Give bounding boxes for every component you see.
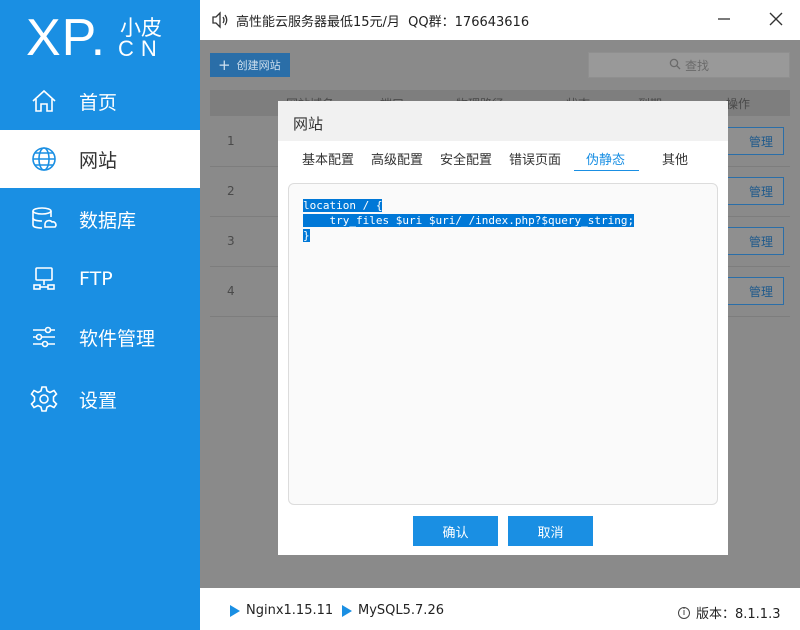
tab-rewrite[interactable]: 伪静态 [586, 149, 625, 168]
database-icon [28, 203, 60, 235]
gear-icon [28, 383, 60, 415]
sidebar: XP. 小皮 CN 首页 网站 数据库 FTP 软件管理 设置 [0, 0, 200, 630]
app-logo: XP. 小皮 CN [26, 6, 196, 67]
mysql-label: MySQL5.7.26 [358, 603, 444, 618]
version-label: 版本：8.1.1.3 [696, 607, 781, 622]
tab-error-pages[interactable]: 错误页面 [509, 149, 561, 168]
nginx-label: Nginx1.15.11 [246, 603, 334, 618]
code-content: location / { try_files $uri $uri/ /index… [303, 198, 635, 243]
row-number: 4 [227, 284, 235, 298]
code-line: try_files $uri $uri/ /index.php?$query_s… [303, 214, 635, 227]
sidebar-item-database[interactable]: 数据库 [0, 190, 200, 248]
sidebar-item-label: 软件管理 [79, 327, 156, 350]
speaker-icon [210, 10, 230, 30]
create-website-button[interactable]: + 创建网站 [210, 53, 290, 77]
code-line: location / { [303, 199, 383, 212]
mysql-status[interactable]: MySQL5.7.26 [342, 603, 444, 618]
sidebar-item-label: 网站 [79, 149, 118, 172]
tab-other[interactable]: 其他 [662, 149, 688, 168]
sidebar-item-label: 首页 [79, 91, 118, 114]
sidebar-item-label: 设置 [79, 389, 118, 412]
logo-sub-text: CN [118, 36, 164, 61]
info-icon: i [678, 606, 690, 619]
notice-text: 高性能云服务器最低15元/月 QQ群：176643616 [236, 15, 530, 30]
status-bar: Nginx1.15.11 MySQL5.7.26 i 版本：8.1.1.3 [200, 588, 800, 630]
confirm-button[interactable]: 确认 [413, 516, 498, 546]
tab-security-config[interactable]: 安全配置 [440, 149, 492, 168]
globe-icon [28, 143, 60, 175]
version-info: i 版本：8.1.1.3 [678, 603, 780, 622]
tab-basic-config[interactable]: 基本配置 [302, 149, 354, 168]
ftp-icon [28, 263, 60, 295]
rewrite-rules-editor[interactable]: location / { try_files $uri $uri/ /index… [288, 183, 718, 505]
dialog-tabs: 基本配置 高级配置 安全配置 错误页面 伪静态 其他 [298, 145, 708, 171]
logo-text: XP. [26, 9, 107, 67]
play-icon [230, 604, 240, 617]
row-number: 1 [227, 134, 235, 148]
manage-button[interactable]: 管理 [726, 177, 784, 205]
tab-advanced-config[interactable]: 高级配置 [371, 149, 423, 168]
minimize-button[interactable] [714, 9, 734, 29]
active-tab-indicator [574, 170, 639, 171]
close-button[interactable] [766, 9, 786, 29]
row-number: 2 [227, 184, 235, 198]
column-header: 操作 [726, 97, 751, 111]
sidebar-item-label: 数据库 [79, 209, 137, 232]
sidebar-item-ftp[interactable]: FTP [0, 250, 200, 308]
dialog-header: 网站 [278, 101, 728, 141]
home-icon [28, 85, 60, 117]
play-icon [342, 604, 352, 617]
manage-button[interactable]: 管理 [726, 227, 784, 255]
dialog-title: 网站 [293, 115, 324, 133]
website-dialog: 网站 基本配置 高级配置 安全配置 错误页面 伪静态 其他 location /… [278, 101, 728, 555]
sidebar-item-websites[interactable]: 网站 [0, 130, 200, 188]
search-label: 查找 [684, 58, 709, 73]
sidebar-item-settings[interactable]: 设置 [0, 370, 200, 428]
nginx-status[interactable]: Nginx1.15.11 [230, 603, 333, 618]
sidebar-item-home[interactable]: 首页 [0, 72, 200, 130]
manage-button[interactable]: 管理 [726, 127, 784, 155]
search-button[interactable]: 查找 [588, 52, 790, 78]
create-website-label: 创建网站 [236, 59, 281, 72]
sidebar-item-software[interactable]: 软件管理 [0, 308, 200, 366]
row-number: 3 [227, 234, 235, 248]
cancel-button[interactable]: 取消 [508, 516, 593, 546]
sliders-icon [28, 321, 60, 353]
sidebar-item-label: FTP [79, 268, 113, 290]
plus-icon: + [218, 55, 231, 74]
search-icon [669, 58, 681, 73]
code-line: } [303, 229, 310, 242]
title-bar: 高性能云服务器最低15元/月 QQ群：176643616 [200, 0, 800, 40]
manage-button[interactable]: 管理 [726, 277, 784, 305]
